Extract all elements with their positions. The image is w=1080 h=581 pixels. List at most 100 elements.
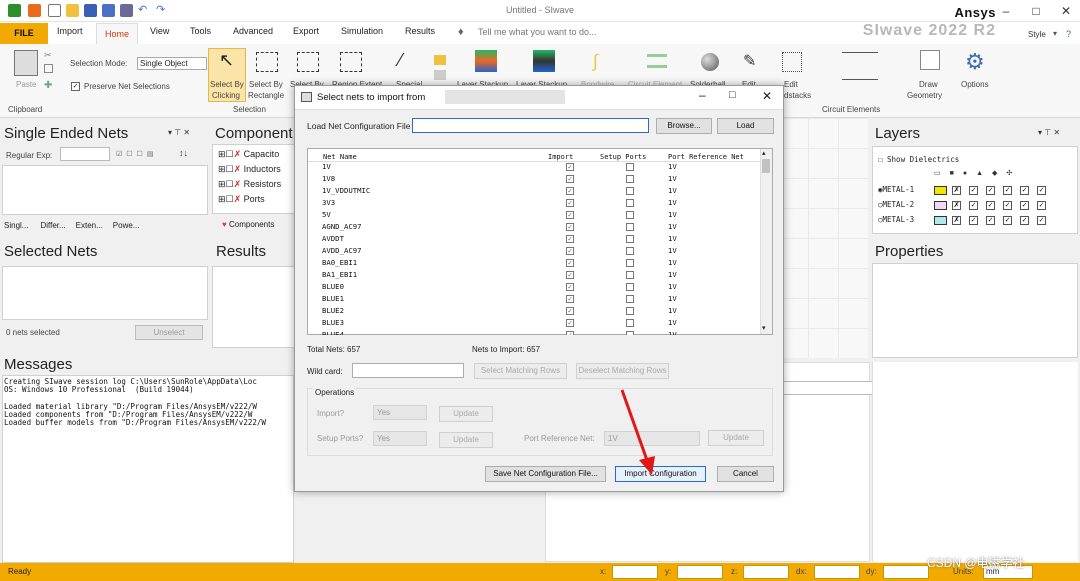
solderball-icon[interactable]: [701, 53, 719, 71]
layer-visibility-checkbox[interactable]: ✓: [1003, 201, 1012, 210]
layers-panel-menu-icon[interactable]: ▾ ⊤ ✕: [1038, 128, 1060, 137]
coord-dy-field[interactable]: [883, 565, 929, 579]
setup-ports-checkbox[interactable]: ✓: [626, 211, 634, 219]
components-tab[interactable]: ♥ Components: [222, 220, 274, 229]
layer-visibility-checkbox[interactable]: ✓: [1037, 201, 1046, 210]
tab-single[interactable]: Singl...: [4, 221, 28, 230]
layer-visibility-checkbox[interactable]: ✓: [986, 216, 995, 225]
layer-visibility-checkbox[interactable]: ✓: [1037, 216, 1046, 225]
draw-geometry-icon[interactable]: [920, 50, 940, 70]
tab-powe[interactable]: Powe...: [113, 221, 140, 230]
layer-visibility-checkbox[interactable]: ✓: [1020, 216, 1029, 225]
wildcard-input[interactable]: [352, 363, 464, 378]
edit-padstacks-l1[interactable]: Edit: [784, 80, 798, 89]
layer-visibility-checkbox[interactable]: ✓: [969, 216, 978, 225]
tree-capacitors[interactable]: ⊞☐✗ Capacito: [218, 149, 279, 160]
panel-menu-icon[interactable]: ▾ ⊤ ✕: [168, 128, 190, 137]
panel-tabs[interactable]: Singl... Differ... Exten... Powe...: [4, 221, 139, 230]
table-row[interactable]: 1V8 ✓ ✓ 1V: [308, 173, 760, 185]
tree-ports[interactable]: ⊞☐✗ Ports: [218, 194, 265, 205]
layer-row-metal3[interactable]: ○METAL-3: [878, 215, 914, 224]
import-checkbox[interactable]: ✓: [566, 271, 574, 279]
layer-visibility-checkbox[interactable]: ✓: [986, 186, 995, 195]
layer-visibility-checkbox[interactable]: ✓: [986, 201, 995, 210]
select-rectangle-icon[interactable]: [256, 52, 278, 72]
load-button[interactable]: Load: [717, 118, 774, 134]
port-ref-cell[interactable]: 1V: [668, 281, 677, 293]
port-ref-cell[interactable]: 1V: [668, 173, 677, 185]
bondwire-icon[interactable]: ∫: [593, 51, 598, 72]
coord-z-field[interactable]: [743, 565, 789, 579]
table-row[interactable]: BLUE4 ✓ ✓ 1V: [308, 329, 760, 335]
region-extent-icon[interactable]: [340, 52, 362, 72]
import-checkbox[interactable]: ✓: [566, 331, 574, 335]
layer-visibility-checkbox[interactable]: ✗: [952, 216, 961, 225]
help-icon[interactable]: ?: [1066, 29, 1071, 39]
import-checkbox[interactable]: ✓: [566, 187, 574, 195]
setup-ports-checkbox[interactable]: ✓: [626, 319, 634, 327]
layer-visibility-checkbox[interactable]: ✓: [1003, 186, 1012, 195]
layer-visibility-checkbox[interactable]: ✓: [1020, 186, 1029, 195]
coord-x-field[interactable]: [612, 565, 658, 579]
port-ref-cell[interactable]: 1V: [668, 197, 677, 209]
port-ref-cell[interactable]: 1V: [668, 293, 677, 305]
table-row[interactable]: AVDDT ✓ ✓ 1V: [308, 233, 760, 245]
table-rows[interactable]: 1V✓✓1V1V8✓✓1V1V_VDDUTMIC✓✓1V3V3✓✓1V5V✓✓1…: [308, 161, 760, 335]
table-row[interactable]: AGND_AC97 ✓ ✓ 1V: [308, 221, 760, 233]
table-scrollbar[interactable]: [760, 149, 772, 334]
net-filter-icons[interactable]: ☑☐☐▤: [116, 150, 166, 160]
col-import[interactable]: Import: [548, 153, 573, 161]
show-dielectrics-checkbox[interactable]: ☐ Show Dielectrics: [878, 155, 959, 164]
tab-results[interactable]: Results: [405, 26, 435, 36]
import-checkbox[interactable]: ✓: [566, 247, 574, 255]
circuit-elements-icons[interactable]: [842, 52, 878, 80]
tree-inductors[interactable]: ⊞☐✗ Inductors: [218, 164, 281, 175]
import-checkbox[interactable]: ✓: [566, 211, 574, 219]
port-ref-update-button[interactable]: Update: [708, 430, 764, 446]
layer-visibility-checkbox[interactable]: ✗: [952, 186, 961, 195]
tab-import[interactable]: Import: [57, 26, 83, 36]
setup-ports-checkbox[interactable]: ✓: [626, 247, 634, 255]
layer-visibility-checkbox[interactable]: ✗: [952, 201, 961, 210]
import-checkbox[interactable]: ✓: [566, 199, 574, 207]
setup-ports-checkbox[interactable]: ✓: [626, 199, 634, 207]
table-row[interactable]: BLUE0 ✓ ✓ 1V: [308, 281, 760, 293]
maximize-button[interactable]: □: [1022, 2, 1050, 20]
tab-exten[interactable]: Exten...: [76, 221, 103, 230]
options-label[interactable]: Options: [961, 80, 989, 89]
minimize-button[interactable]: –: [992, 2, 1020, 20]
setup-ports-select[interactable]: Yes: [373, 431, 427, 446]
dialog-close-button[interactable]: ✕: [762, 89, 772, 103]
import-checkbox[interactable]: ✓: [566, 235, 574, 243]
layer-stackup2-icon[interactable]: [533, 50, 555, 72]
import-update-button[interactable]: Update: [439, 406, 493, 422]
format-painter-icon[interactable]: ✚: [44, 80, 52, 91]
style-menu[interactable]: Style: [1028, 30, 1046, 39]
layer-visibility-checkbox[interactable]: ✓: [1037, 186, 1046, 195]
tree-resistors[interactable]: ⊞☐✗ Resistors: [218, 179, 281, 190]
scroll-down-icon[interactable]: ▾: [762, 324, 766, 332]
nets-list[interactable]: [2, 165, 208, 215]
edit-padstacks-l2[interactable]: dstacks: [784, 91, 811, 100]
layer-stackup-icon[interactable]: [475, 50, 497, 72]
port-ref-cell[interactable]: 1V: [668, 221, 677, 233]
padstacks-icon[interactable]: [782, 52, 802, 72]
style-chevron-icon[interactable]: ▾: [1053, 29, 1057, 38]
tab-differ[interactable]: Differ...: [40, 221, 65, 230]
setup-ports-checkbox[interactable]: ✓: [626, 259, 634, 267]
browse-button[interactable]: Browse...: [656, 118, 712, 134]
setup-ports-checkbox[interactable]: ✓: [626, 187, 634, 195]
col-port-ref[interactable]: Port Reference Net: [668, 153, 744, 161]
save-net-config-button[interactable]: Save Net Configuration File...: [485, 466, 606, 482]
import-checkbox[interactable]: ✓: [566, 283, 574, 291]
layer-color-swatch[interactable]: [934, 186, 947, 195]
deselect-matching-button[interactable]: Deselect Matching Rows: [576, 363, 669, 379]
port-ref-cell[interactable]: 1V: [668, 209, 677, 221]
regexp-input[interactable]: [60, 147, 110, 161]
port-ref-cell[interactable]: 1V: [668, 233, 677, 245]
import-checkbox[interactable]: ✓: [566, 223, 574, 231]
setup-ports-checkbox[interactable]: ✓: [626, 223, 634, 231]
port-ref-cell[interactable]: 1V: [668, 317, 677, 329]
cut-icon[interactable]: ✂: [44, 50, 52, 61]
layer-visibility-checkbox[interactable]: ✓: [969, 186, 978, 195]
